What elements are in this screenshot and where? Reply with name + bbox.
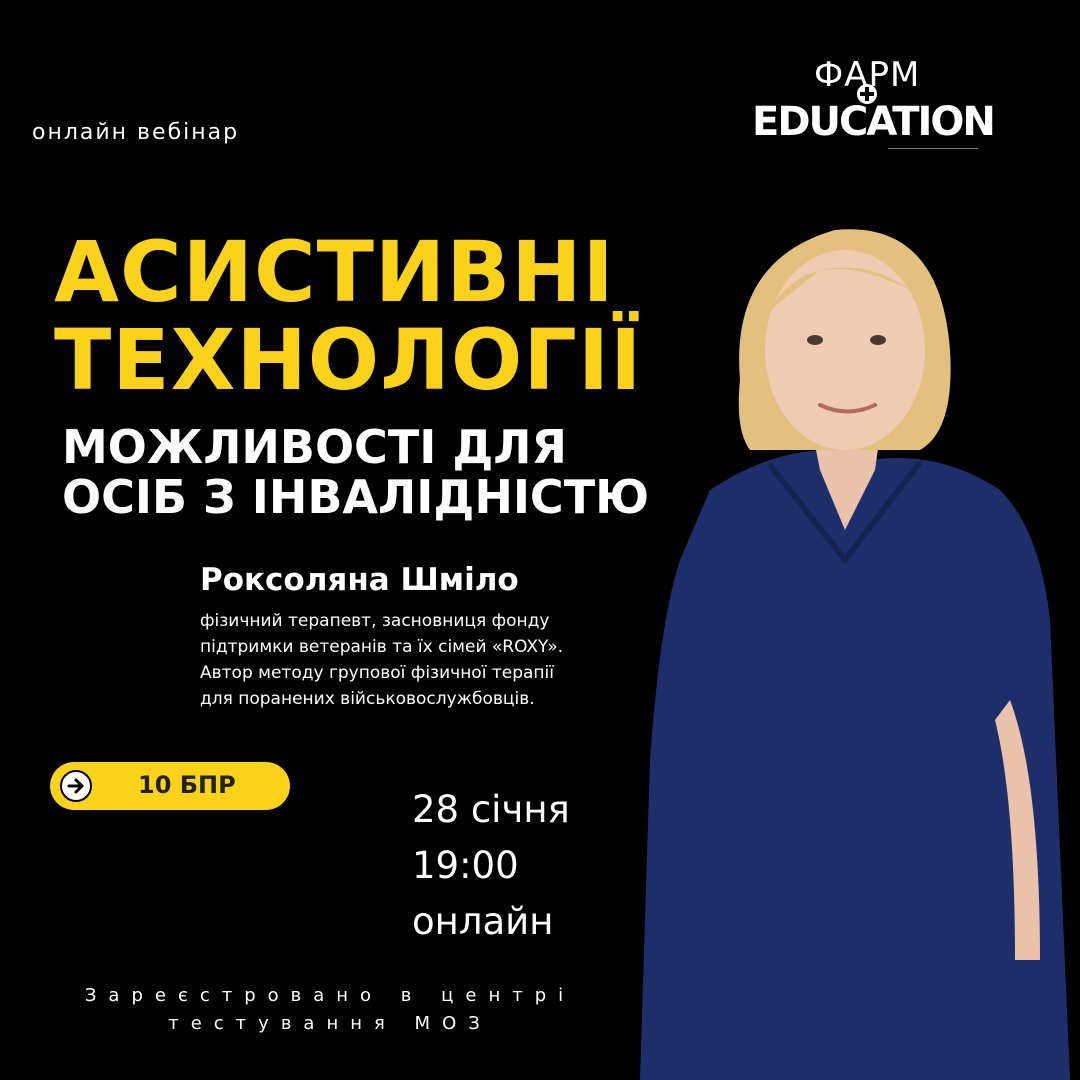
bio-line: підтримки ветеранів та їх сімей «ROXY». <box>200 637 564 657</box>
bio-line: фізичний терапевт, засновниця фонду <box>200 611 550 631</box>
registration-note: Зареєстровано в центрі тестування МОЗ <box>60 982 600 1038</box>
footer-line1: Зареєстровано в центрі <box>84 985 576 1006</box>
subtitle-line1: МОЖЛИВОСТІ ДЛЯ <box>62 420 567 474</box>
bio-line: для поранених військовослужбовців. <box>200 689 535 709</box>
credits-label: 10 БПР <box>138 771 236 799</box>
logo-underline <box>888 148 978 149</box>
arrow-right-icon <box>60 770 92 802</box>
event-mode: онлайн <box>412 900 554 943</box>
farm-education-logo: ФАРМ EDUCATION <box>752 55 996 155</box>
credits-badge: 10 БПР <box>50 762 290 810</box>
webinar-format-label: онлайн вебінар <box>32 120 240 145</box>
title-line2: ТЕХНОЛОГІЇ <box>54 311 643 409</box>
speaker-photo <box>640 229 1070 1080</box>
main-title: АСИСТИВНІ ТЕХНОЛОГІЇ <box>54 228 642 404</box>
title-line1: АСИСТИВНІ <box>54 223 615 321</box>
speaker-name: Роксоляна Шміло <box>200 562 519 598</box>
footer-line2: тестування МОЗ <box>168 1013 492 1034</box>
event-info: 28 січня 19:00 онлайн <box>412 782 570 950</box>
logo-line2: EDUCATION <box>752 99 996 145</box>
event-date: 28 січня <box>412 788 570 831</box>
speaker-bio: фізичний терапевт, засновниця фонду підт… <box>200 608 630 712</box>
event-time: 19:00 <box>412 844 519 887</box>
subtitle-line2: ОСІБ З ІНВАЛІДНІСТЮ <box>62 470 650 524</box>
subtitle: МОЖЛИВОСТІ ДЛЯ ОСІБ З ІНВАЛІДНІСТЮ <box>62 422 649 522</box>
bio-line: Автор методу групової фізичної терапії <box>200 663 554 683</box>
